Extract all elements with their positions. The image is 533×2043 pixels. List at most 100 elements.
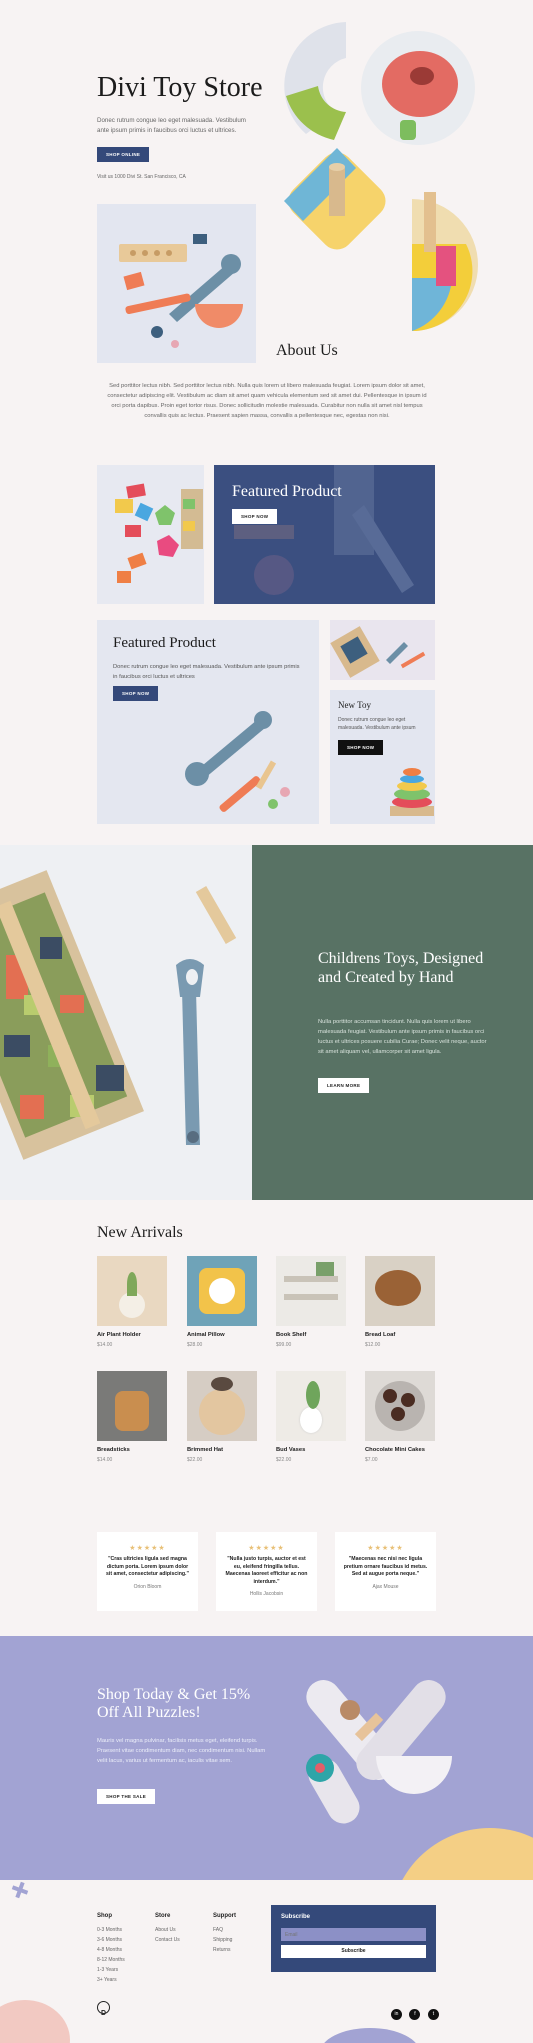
- product-price: $7.00: [365, 1457, 378, 1463]
- testimonial-card: ★★★★★ "Cras ultricies ligula sed magna d…: [97, 1532, 198, 1611]
- product-image[interactable]: [97, 1371, 167, 1441]
- new-toy-card: New Toy Donec rutrum congue leo eget mal…: [330, 690, 435, 824]
- product-card[interactable]: Animal Pillow $28.00: [187, 1256, 257, 1348]
- about-text: Sed porttitor lectus nibh. Sed porttitor…: [107, 383, 427, 419]
- newtoy-title: New Toy: [338, 700, 371, 710]
- featured1-shop-button[interactable]: Shop Now: [232, 509, 278, 524]
- hero-text: Donec rutrum congue leo eget malesuada. …: [97, 117, 246, 134]
- promo-text: Mauris vel magna pulvinar, facilisis met…: [97, 1738, 266, 1764]
- footer-link[interactable]: Shipping: [213, 1935, 236, 1945]
- product-image[interactable]: [187, 1371, 257, 1441]
- product-name[interactable]: Air Plant Holder: [97, 1332, 167, 1338]
- testimonial-quote: "Maecenas nec nisi nec ligula pretium or…: [343, 1556, 428, 1577]
- footer-heading: Store: [155, 1913, 171, 1919]
- hero-tools-image: [97, 204, 256, 363]
- testimonial-quote: "Nulla justo turpis, auctor et est eu, e…: [225, 1556, 308, 1585]
- subscribe-box: Subscribe Subscribe: [271, 1905, 436, 1972]
- product-name[interactable]: Bud Vases: [276, 1447, 346, 1453]
- footer-col-store: Store About Us Contact Us: [155, 1913, 180, 1945]
- product-name[interactable]: Book Shelf: [276, 1332, 346, 1338]
- footer-link[interactable]: Returns: [213, 1945, 236, 1955]
- product-card[interactable]: Chocolate Mini Cakes $7.00: [365, 1371, 435, 1463]
- hero-toy-collage: [284, 22, 478, 332]
- product-name[interactable]: Bread Loaf: [365, 1332, 435, 1338]
- testimonial-quote: "Cras ultricies ligula sed magna dictum …: [106, 1556, 189, 1577]
- footer-col-support: Support FAQ Shipping Returns: [213, 1913, 236, 1955]
- product-card[interactable]: Brimmed Hat $22.00: [187, 1371, 257, 1463]
- testimonial-card: ★★★★★ "Maecenas nec nisi nec ligula pret…: [335, 1532, 436, 1611]
- twitter-icon[interactable]: t: [427, 2009, 439, 2020]
- product-name[interactable]: Brimmed Hat: [187, 1447, 257, 1453]
- social-links: in f t: [391, 2002, 439, 2020]
- product-name[interactable]: Breadsticks: [97, 1447, 167, 1453]
- product-image[interactable]: [365, 1256, 435, 1326]
- footer-link[interactable]: Contact Us: [155, 1935, 180, 1945]
- featured-product-card: Featured Product Donec rutrum congue leo…: [97, 620, 319, 824]
- hero-address: Visit us 1000 Divi St. San Francisco, CA: [97, 174, 186, 180]
- rating-stars: ★★★★★: [248, 1545, 285, 1552]
- footer-link[interactable]: 1-3 Years: [97, 1965, 125, 1975]
- footer-link[interactable]: 3-6 Months: [97, 1935, 125, 1945]
- new-arrivals-title: New Arrivals: [97, 1224, 183, 1241]
- plus-decoration-icon: [11, 1881, 29, 1899]
- shop-the-sale-button[interactable]: Shop The Sale: [97, 1789, 156, 1804]
- childrens-title: Childrens Toys, Designed and Created by …: [318, 950, 484, 986]
- testimonial-author: Orion Bloom: [133, 1583, 162, 1590]
- purple-blob-shape: [320, 2028, 420, 2043]
- footer-heading: Support: [213, 1913, 236, 1919]
- promo-section: Shop Today & Get 15% Off All Puzzles! Ma…: [0, 1636, 533, 1880]
- footer-link[interactable]: FAQ: [213, 1925, 236, 1935]
- hero-title: Divi Toy Store: [97, 72, 263, 103]
- footer-heading: Shop: [97, 1913, 112, 1919]
- footer-link[interactable]: 3+ Years: [97, 1975, 125, 1985]
- rating-stars: ★★★★★: [129, 1545, 166, 1552]
- toybox-wrench-image: [0, 845, 252, 1200]
- product-price: $22.00: [187, 1457, 203, 1463]
- footer-logo[interactable]: D: [97, 2001, 110, 2017]
- product-card[interactable]: Book Shelf $99.00: [276, 1256, 346, 1348]
- product-card[interactable]: Breadsticks $14.00: [97, 1371, 167, 1463]
- product-image[interactable]: [365, 1371, 435, 1441]
- product-price: $14.00: [97, 1457, 113, 1463]
- product-image[interactable]: [97, 1256, 167, 1326]
- product-image[interactable]: [276, 1256, 346, 1326]
- subscribe-button[interactable]: Subscribe: [281, 1945, 426, 1958]
- shapes-puzzle-image: [97, 465, 204, 604]
- product-card[interactable]: Bud Vases $22.00: [276, 1371, 346, 1463]
- product-name[interactable]: Chocolate Mini Cakes: [365, 1447, 435, 1453]
- email-field[interactable]: [281, 1928, 426, 1941]
- product-image[interactable]: [276, 1371, 346, 1441]
- product-card[interactable]: Air Plant Holder $14.00: [97, 1256, 167, 1348]
- featured2-shop-button[interactable]: Shop Now: [113, 686, 159, 701]
- facebook-icon[interactable]: f: [409, 2009, 421, 2020]
- product-price: $22.00: [276, 1457, 292, 1463]
- product-grid: Air Plant Holder $14.00 Animal Pillow $2…: [97, 1256, 437, 1476]
- product-card[interactable]: Bread Loaf $12.00: [365, 1256, 435, 1348]
- testimonial-author: Hollis Jacobsin: [249, 1591, 284, 1597]
- rating-stars: ★★★★★: [367, 1545, 404, 1552]
- footer-link[interactable]: 0-3 Months: [97, 1925, 125, 1935]
- learn-more-button[interactable]: Learn More: [318, 1078, 370, 1093]
- newtoy-shop-button[interactable]: Shop Now: [338, 740, 384, 755]
- subscribe-title: Subscribe: [281, 1914, 311, 1920]
- footer-link[interactable]: 4-8 Months: [97, 1945, 125, 1955]
- product-price: $28.00: [187, 1342, 203, 1348]
- promo-toy-pieces: [306, 1680, 452, 1824]
- c-green-part: [286, 86, 346, 140]
- footer-link[interactable]: 8-12 Months: [97, 1955, 125, 1965]
- featured1-title: Featured Product: [232, 483, 342, 500]
- hero-section: Divi Toy Store Donec rutrum congue leo e…: [0, 0, 533, 440]
- childrens-text: Nulla porttitor accumsan tincidunt. Null…: [318, 1019, 487, 1055]
- linkedin-icon[interactable]: in: [391, 2009, 402, 2020]
- product-image[interactable]: [187, 1256, 257, 1326]
- about-title: About Us: [276, 342, 338, 359]
- newtoy-text: Donec rutrum congue leo eget malesuada. …: [338, 717, 416, 731]
- logo-letter: D: [100, 2010, 107, 2017]
- pink-blob-shape: [0, 2000, 70, 2043]
- product-name[interactable]: Animal Pillow: [187, 1332, 257, 1338]
- testimonial-card: ★★★★★ "Nulla justo turpis, auctor et est…: [216, 1532, 317, 1611]
- footer-link[interactable]: About Us: [155, 1925, 180, 1935]
- shop-online-button[interactable]: Shop Online: [97, 147, 150, 162]
- childrens-toys-panel: Childrens Toys, Designed and Created by …: [252, 845, 533, 1200]
- featured-product-banner: Featured Product Shop Now: [214, 465, 435, 604]
